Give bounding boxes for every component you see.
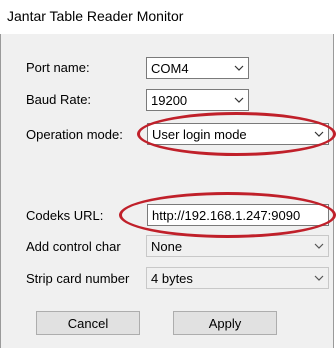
add-control-char-value: None [151,238,183,254]
codeks-url-input[interactable]: http://192.168.1.247:9090 [147,204,329,226]
port-name-select[interactable]: COM4 [146,57,249,79]
operation-mode-value: User login mode [152,126,247,142]
title-bar: Jantar Table Reader Monitor [0,0,336,34]
port-name-value: COM4 [151,60,189,76]
strip-card-number-value: 4 bytes [151,270,193,286]
chevron-down-icon [310,268,328,288]
operation-mode-select[interactable]: User login mode [147,123,329,145]
chevron-down-icon [310,124,328,144]
window-title: Jantar Table Reader Monitor [7,8,184,24]
chevron-down-icon [230,58,248,78]
add-control-char-label: Add control char [26,239,121,254]
settings-dialog: Port name: COM4 Baud Rate: 19200 Operati… [0,34,336,348]
baud-rate-select[interactable]: 19200 [146,89,249,111]
apply-button[interactable]: Apply [173,311,277,335]
port-name-label: Port name: [26,60,90,75]
strip-card-number-label: Strip card number [26,271,130,286]
chevron-down-icon [310,236,328,256]
codeks-url-label: Codeks URL: [26,208,104,223]
baud-rate-label: Baud Rate: [26,92,92,107]
add-control-char-select[interactable]: None [146,235,329,257]
cancel-button[interactable]: Cancel [36,311,140,335]
strip-card-number-select[interactable]: 4 bytes [146,267,329,289]
operation-mode-label: Operation mode: [26,127,123,142]
baud-rate-value: 19200 [151,92,188,108]
codeks-url-value: http://192.168.1.247:9090 [152,207,301,223]
chevron-down-icon [230,90,248,110]
